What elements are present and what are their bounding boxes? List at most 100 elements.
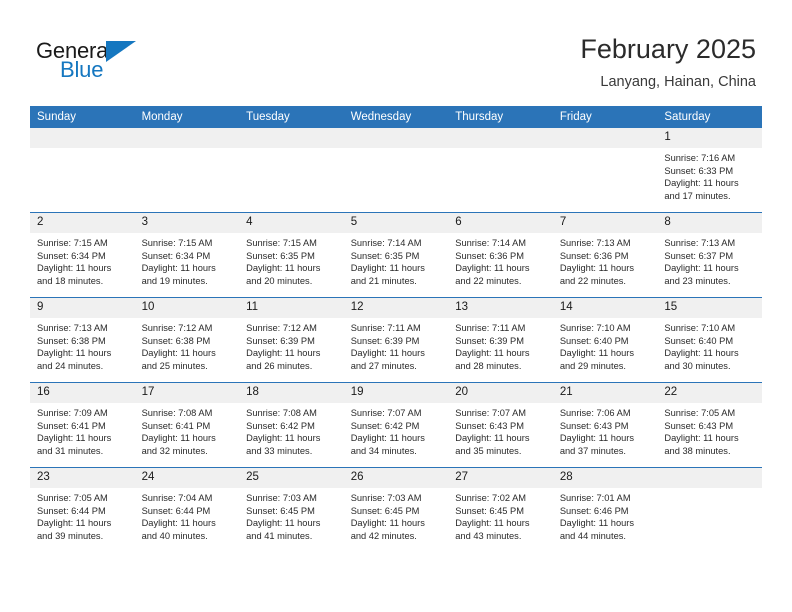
calendar-day-cell[interactable]: 18 Sunrise: 7:08 AM Sunset: 6:42 PM Dayligh… bbox=[239, 382, 344, 468]
day-number: 6 bbox=[448, 213, 553, 233]
daylight-text: Daylight: 11 hours and 22 minutes. bbox=[455, 263, 530, 286]
sunset-text: Sunset: 6:34 PM bbox=[37, 250, 106, 261]
calendar-day-cell[interactable]: 8 Sunrise: 7:13 AM Sunset: 6:37 PM Daylight… bbox=[657, 212, 762, 298]
sunrise-text: Sunrise: 7:09 AM bbox=[37, 408, 108, 418]
daylight-text: Daylight: 11 hours and 31 minutes. bbox=[37, 433, 112, 456]
sunset-text: Sunset: 6:42 PM bbox=[246, 420, 315, 431]
calendar-day-cell[interactable]: 25 Sunrise: 7:03 AM Sunset: 6:45 PM Dayligh… bbox=[239, 467, 344, 552]
calendar-day-cell[interactable]: 4 Sunrise: 7:15 AM Sunset: 6:35 PM Daylight… bbox=[239, 212, 344, 298]
day-number: 5 bbox=[343, 213, 449, 233]
calendar-week-row: 23 Sunrise: 7:05 AM Sunset: 6:44 PM Dayligh… bbox=[30, 467, 762, 552]
location-subtitle: Lanyang, Hainan, China bbox=[600, 74, 756, 90]
sunrise-text: Sunrise: 7:10 AM bbox=[664, 323, 736, 333]
day-number: 23 bbox=[30, 468, 135, 488]
daylight-text: Daylight: 11 hours and 24 minutes. bbox=[37, 348, 112, 371]
calendar-day-cell[interactable]: 16 Sunrise: 7:09 AM Sunset: 6:41 PM Dayligh… bbox=[30, 382, 135, 468]
daylight-text: Daylight: 11 hours and 25 minutes. bbox=[141, 348, 216, 371]
daylight-text: Daylight: 11 hours and 28 minutes. bbox=[455, 348, 530, 371]
sunrise-text: Sunrise: 7:07 AM bbox=[455, 408, 527, 418]
calendar-day-cell[interactable]: 24 Sunrise: 7:04 AM Sunset: 6:44 PM Dayligh… bbox=[134, 467, 240, 552]
day-number: 19 bbox=[343, 383, 449, 403]
sunset-text: Sunset: 6:45 PM bbox=[246, 505, 315, 516]
day-number: 25 bbox=[239, 468, 344, 488]
calendar-day-cell[interactable]: 21 Sunrise: 7:06 AM Sunset: 6:43 PM Dayligh… bbox=[552, 382, 658, 468]
day-number: 7 bbox=[552, 213, 658, 233]
day-details: Sunrise: 7:08 AM Sunset: 6:41 PM Daylight:… bbox=[135, 403, 240, 457]
day-number: 22 bbox=[657, 383, 762, 403]
day-number: 17 bbox=[134, 383, 240, 403]
calendar-day-cell[interactable]: 3 Sunrise: 7:15 AM Sunset: 6:34 PM Daylight… bbox=[134, 212, 240, 298]
calendar-day-cell[interactable]: 28 Sunrise: 7:01 AM Sunset: 6:46 PM Dayligh… bbox=[552, 467, 658, 552]
calendar-day-cell[interactable]: 12 Sunrise: 7:11 AM Sunset: 6:39 PM Dayligh… bbox=[343, 297, 449, 383]
daylight-text: Daylight: 11 hours and 42 minutes. bbox=[350, 518, 425, 541]
general-blue-logo[interactable]: General Blue bbox=[36, 38, 236, 86]
calendar-day-cell[interactable]: 11 Sunrise: 7:12 AM Sunset: 6:39 PM Dayligh… bbox=[239, 297, 344, 383]
day-number: 14 bbox=[552, 298, 658, 318]
sunset-text: Sunset: 6:41 PM bbox=[37, 420, 106, 431]
sunrise-text: Sunrise: 7:05 AM bbox=[37, 493, 108, 503]
sunset-text: Sunset: 6:40 PM bbox=[559, 335, 629, 346]
day-number: 13 bbox=[448, 298, 553, 318]
day-number bbox=[657, 468, 762, 488]
calendar-day-cell[interactable]: 5 Sunrise: 7:14 AM Sunset: 6:35 PM Daylight… bbox=[343, 212, 449, 298]
day-number: 3 bbox=[134, 213, 240, 233]
calendar-cell-empty bbox=[343, 128, 449, 213]
calendar-header-row: Sunday Monday Tuesday Wednesday Thursday… bbox=[30, 106, 762, 128]
calendar-day-cell[interactable]: 14 Sunrise: 7:10 AM Sunset: 6:40 PM Dayligh… bbox=[552, 297, 658, 383]
page-title: February 2025 bbox=[580, 34, 756, 64]
day-details: Sunrise: 7:02 AM Sunset: 6:45 PM Daylight:… bbox=[448, 488, 553, 542]
calendar-day-cell[interactable]: 23 Sunrise: 7:05 AM Sunset: 6:44 PM Dayligh… bbox=[30, 467, 135, 552]
day-details: Sunrise: 7:11 AM Sunset: 6:39 PM Daylight:… bbox=[344, 318, 449, 372]
day-details: Sunrise: 7:10 AM Sunset: 6:40 PM Daylight:… bbox=[657, 318, 762, 372]
calendar-body: 1 Sunrise: 7:16 AM Sunset: 6:33 PM Daylight… bbox=[30, 128, 762, 552]
day-details: Sunrise: 7:14 AM Sunset: 6:35 PM Daylight:… bbox=[344, 233, 449, 287]
sunrise-text: Sunrise: 7:12 AM bbox=[246, 323, 317, 333]
daylight-text: Daylight: 11 hours and 23 minutes. bbox=[664, 263, 739, 286]
day-details: Sunrise: 7:10 AM Sunset: 6:40 PM Daylight:… bbox=[553, 318, 658, 372]
calendar-day-cell[interactable]: 13 Sunrise: 7:11 AM Sunset: 6:39 PM Dayligh… bbox=[448, 297, 553, 383]
calendar-day-cell[interactable]: 15 Sunrise: 7:10 AM Sunset: 6:40 PM Dayligh… bbox=[657, 297, 762, 383]
day-number: 20 bbox=[448, 383, 553, 403]
daylight-text: Daylight: 11 hours and 17 minutes. bbox=[664, 178, 739, 201]
sunrise-text: Sunrise: 7:03 AM bbox=[246, 493, 317, 503]
calendar-day-cell[interactable]: 7 Sunrise: 7:13 AM Sunset: 6:36 PM Daylight… bbox=[552, 212, 658, 298]
sunrise-text: Sunrise: 7:06 AM bbox=[559, 408, 631, 418]
calendar-day-cell[interactable]: 26 Sunrise: 7:03 AM Sunset: 6:45 PM Dayligh… bbox=[343, 467, 449, 552]
weekday-header-tuesday: Tuesday bbox=[239, 106, 344, 128]
calendar-day-cell[interactable]: 19 Sunrise: 7:07 AM Sunset: 6:42 PM Dayligh… bbox=[343, 382, 449, 468]
sunrise-text: Sunrise: 7:13 AM bbox=[37, 323, 108, 333]
calendar-day-cell[interactable]: 20 Sunrise: 7:07 AM Sunset: 6:43 PM Dayligh… bbox=[448, 382, 553, 468]
sunrise-text: Sunrise: 7:13 AM bbox=[664, 238, 736, 248]
title-block: February 2025 Lanyang, Hainan, China bbox=[580, 32, 756, 92]
day-number bbox=[552, 128, 658, 148]
day-number bbox=[448, 128, 553, 148]
calendar-day-cell[interactable]: 10 Sunrise: 7:12 AM Sunset: 6:38 PM Dayligh… bbox=[134, 297, 240, 383]
sunset-text: Sunset: 6:43 PM bbox=[664, 420, 734, 431]
day-details: Sunrise: 7:01 AM Sunset: 6:46 PM Daylight:… bbox=[553, 488, 658, 542]
calendar-day-cell[interactable]: 17 Sunrise: 7:08 AM Sunset: 6:41 PM Dayligh… bbox=[134, 382, 240, 468]
calendar-day-cell[interactable]: 22 Sunrise: 7:05 AM Sunset: 6:43 PM Dayligh… bbox=[657, 382, 762, 468]
calendar-day-cell[interactable]: 2 Sunrise: 7:15 AM Sunset: 6:34 PM Daylight… bbox=[30, 212, 135, 298]
calendar-day-cell[interactable]: 27 Sunrise: 7:02 AM Sunset: 6:45 PM Dayligh… bbox=[448, 467, 553, 552]
sunrise-text: Sunrise: 7:10 AM bbox=[559, 323, 631, 333]
daylight-text: Daylight: 11 hours and 20 minutes. bbox=[246, 263, 321, 286]
daylight-text: Daylight: 11 hours and 43 minutes. bbox=[455, 518, 530, 541]
day-details: Sunrise: 7:12 AM Sunset: 6:38 PM Daylight:… bbox=[135, 318, 240, 372]
day-details: Sunrise: 7:13 AM Sunset: 6:36 PM Daylight:… bbox=[553, 233, 658, 287]
sunset-text: Sunset: 6:38 PM bbox=[141, 335, 211, 346]
sunrise-text: Sunrise: 7:11 AM bbox=[455, 323, 526, 333]
day-number: 2 bbox=[30, 213, 135, 233]
day-details: Sunrise: 7:07 AM Sunset: 6:42 PM Daylight:… bbox=[344, 403, 449, 457]
daylight-text: Daylight: 11 hours and 30 minutes. bbox=[664, 348, 739, 371]
day-details: Sunrise: 7:13 AM Sunset: 6:38 PM Daylight:… bbox=[30, 318, 135, 372]
weekday-header-wednesday: Wednesday bbox=[343, 106, 449, 128]
day-details: Sunrise: 7:15 AM Sunset: 6:34 PM Daylight:… bbox=[135, 233, 240, 287]
day-details: Sunrise: 7:16 AM Sunset: 6:33 PM Daylight:… bbox=[657, 148, 762, 202]
sunset-text: Sunset: 6:35 PM bbox=[246, 250, 315, 261]
calendar-day-cell[interactable]: 6 Sunrise: 7:14 AM Sunset: 6:36 PM Daylight… bbox=[448, 212, 553, 298]
weekday-header-friday: Friday bbox=[552, 106, 658, 128]
sunrise-text: Sunrise: 7:15 AM bbox=[246, 238, 317, 248]
calendar-day-cell[interactable]: 1 Sunrise: 7:16 AM Sunset: 6:33 PM Daylight… bbox=[657, 128, 762, 213]
calendar-day-cell[interactable]: 9 Sunrise: 7:13 AM Sunset: 6:38 PM Daylight… bbox=[30, 297, 135, 383]
sunrise-text: Sunrise: 7:12 AM bbox=[141, 323, 213, 333]
